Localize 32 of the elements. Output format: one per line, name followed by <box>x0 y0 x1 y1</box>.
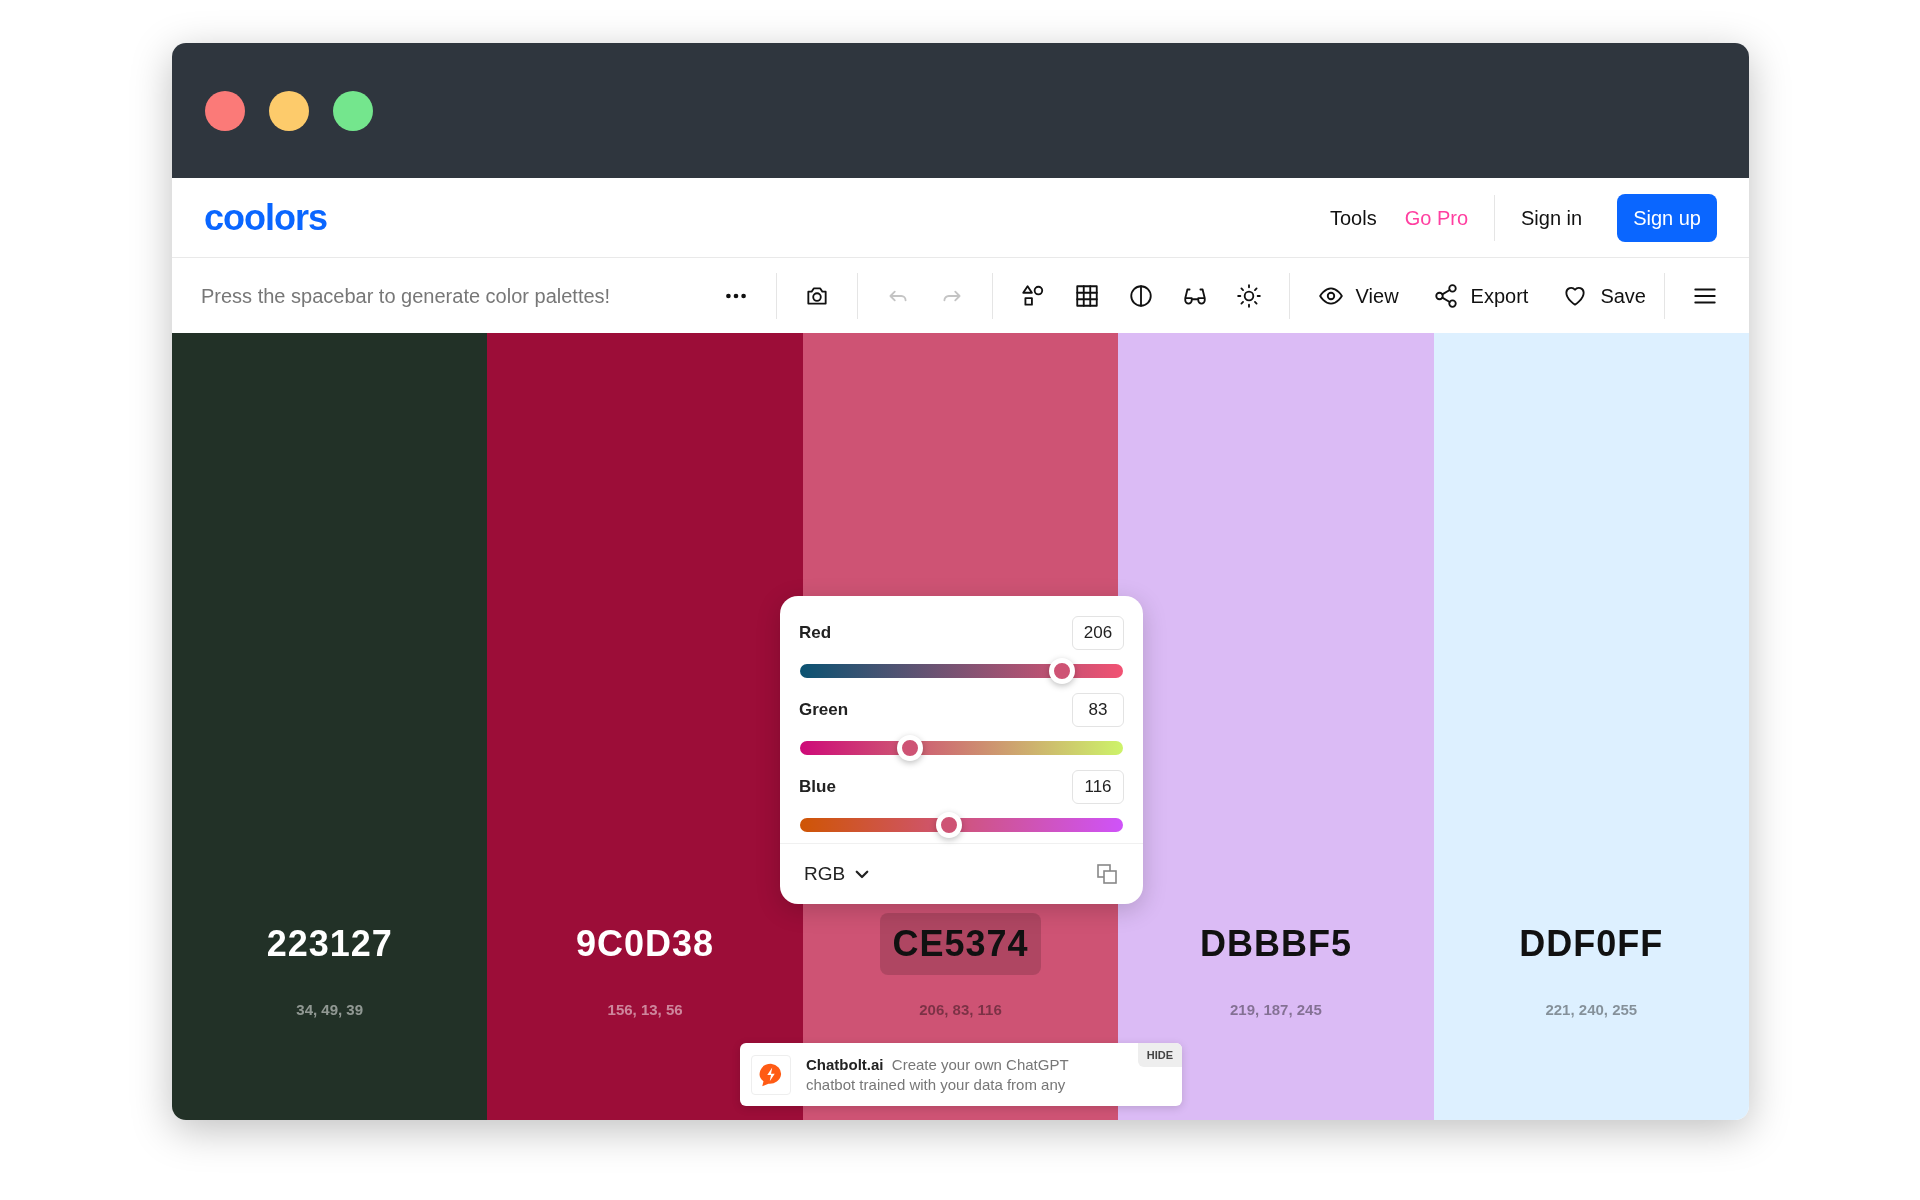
maximize-button[interactable] <box>333 90 373 131</box>
minimize-button[interactable] <box>269 90 309 131</box>
rgb-values: 34, 49, 39 <box>296 999 364 1020</box>
rgb-values: 221, 240, 255 <box>1545 999 1638 1020</box>
nav-link[interactable]: Sign in <box>1507 202 1597 233</box>
export-button[interactable]: Export <box>1432 280 1529 311</box>
color-swatch[interactable]: DDF0FF 221, 240, 255 <box>1433 333 1749 1120</box>
save-button[interactable]: Save <box>1562 280 1646 311</box>
value-field[interactable]: 116 <box>1072 770 1124 804</box>
export-icon <box>1432 282 1459 309</box>
sign-up-button[interactable]: Sign up <box>1617 193 1717 242</box>
rgb-values: 206, 83, 116 <box>919 999 1002 1020</box>
view-button[interactable]: View <box>1317 280 1399 311</box>
hex-code[interactable]: DBBBF5 <box>1187 912 1364 975</box>
hide-button[interactable]: HIDE <box>1137 1043 1182 1067</box>
ad-text: Chatbolt.ai Create your own ChatGPT chatbot trained with your data from any <box>806 1054 1070 1095</box>
copy-button[interactable] <box>1095 862 1119 886</box>
copy-icon <box>1095 862 1119 886</box>
value-field[interactable]: 206 <box>1072 616 1124 650</box>
value-field[interactable]: 83 <box>1072 693 1124 727</box>
brand-logo-icon <box>751 1054 791 1095</box>
hex-code[interactable]: 223127 <box>254 912 405 975</box>
hex-code[interactable]: 9C0D38 <box>564 912 727 975</box>
nav-link[interactable]: Tools <box>1315 202 1391 233</box>
rgb-values: 156, 13, 56 <box>607 999 683 1020</box>
hint-text: Press the spacebar to generate color palettes! <box>201 283 611 309</box>
color-swatch[interactable]: 223127 34, 49, 39 <box>172 333 488 1120</box>
rgb-values: 219, 187, 245 <box>1230 999 1322 1020</box>
logo[interactable]: coolors <box>204 190 328 245</box>
hex-code[interactable]: DDF0FF <box>1507 912 1676 975</box>
close-button[interactable] <box>205 90 245 131</box>
mode-dropdown[interactable]: RGB <box>804 859 872 889</box>
